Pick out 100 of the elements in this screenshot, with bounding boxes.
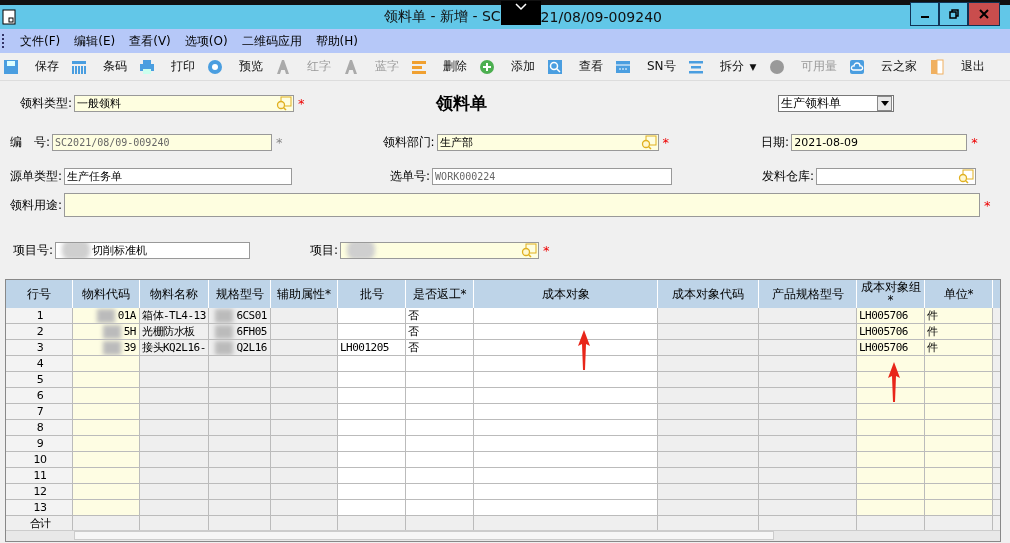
menu-item[interactable]: 文件(F) (20, 32, 61, 50)
table-cell (209, 500, 271, 516)
column-header: 成本对象组* (857, 280, 925, 308)
input-field[interactable]: 生产任务单 (64, 167, 293, 185)
menu-grip (2, 34, 6, 48)
toolbar-button[interactable]: 添加 (479, 58, 535, 75)
table-cell: 接头KQ2L16- (140, 340, 209, 356)
table-cell (857, 388, 925, 404)
table-cell (857, 500, 925, 516)
table-cell (925, 420, 993, 436)
field-label: 选单号: (390, 167, 431, 185)
table-cell (338, 436, 406, 452)
input-field[interactable]: SC2021/08/09-009240 (52, 133, 273, 151)
table-cell: 件 (925, 324, 993, 340)
table-cell (925, 468, 993, 484)
table-cell (925, 404, 993, 420)
table-cell (857, 372, 925, 388)
table-cell: 6FH05 (209, 324, 271, 340)
minimize-button[interactable] (910, 2, 939, 26)
field-label: 领料部门: (382, 133, 435, 151)
input-field[interactable] (64, 193, 981, 217)
column-header: 物料代码 (73, 280, 140, 308)
toolbar-button[interactable]: 预览 (207, 58, 263, 75)
table-cell (73, 468, 140, 484)
menu-item[interactable]: 二维码应用 (241, 32, 302, 50)
table-cell (338, 308, 406, 324)
table-cell: 1 (6, 308, 73, 324)
table-cell (73, 420, 140, 436)
toolbar-button[interactable]: 拆分 ▼ (687, 58, 757, 75)
table-cell (338, 388, 406, 404)
table-cell: 10 (6, 452, 73, 468)
table-cell (73, 484, 140, 500)
toolbar-button[interactable]: 云之家 (848, 58, 917, 75)
table-cell (140, 452, 209, 468)
menu-item[interactable]: 选项(O) (184, 32, 228, 50)
table-cell (140, 388, 209, 404)
form-title: 领料单 (436, 91, 488, 115)
input-field[interactable] (340, 241, 540, 259)
table-cell (271, 452, 338, 468)
column-header: 成本对象 (474, 280, 658, 308)
barcode-icon (71, 58, 87, 75)
minimize-icon (920, 16, 929, 18)
table-cell (209, 372, 271, 388)
table-cell (271, 420, 338, 436)
chevron-icon (514, 3, 527, 11)
toolbar-button[interactable]: 查看 (547, 58, 603, 75)
table-cell: LH005706 (857, 340, 925, 356)
save-icon (3, 58, 19, 75)
toolbar-button[interactable]: 删除 (411, 58, 467, 75)
input-field[interactable]: 生产部 (436, 133, 659, 151)
required-mark: * (971, 134, 978, 150)
table-cell (73, 404, 140, 420)
column-header: 规格型号 (209, 280, 271, 308)
horizontal-scrollbar[interactable] (6, 530, 1000, 541)
column-header: 辅助属性* (271, 280, 338, 308)
table-cell (73, 436, 140, 452)
table-cell (338, 404, 406, 420)
column-header: 产品规格型号 (759, 280, 857, 308)
table-cell: 5H (73, 324, 140, 340)
letter-icon (275, 58, 291, 75)
close-button[interactable] (968, 2, 1000, 26)
toolbar-button[interactable]: 条码 (71, 58, 127, 75)
input-field[interactable]: 2021-08-09 (791, 133, 968, 151)
table-cell (925, 372, 993, 388)
toolbar-button[interactable]: 打印 (139, 58, 195, 75)
table-cell (338, 356, 406, 372)
column-header: 是否返工* (406, 280, 474, 308)
input-field[interactable]: WORK000224 (432, 167, 673, 185)
table-cell: 3 (6, 340, 73, 356)
table-cell: 6CS01 (209, 308, 271, 324)
menu-item[interactable]: 查看(V) (129, 32, 171, 50)
table-cell (73, 388, 140, 404)
table-cell (140, 468, 209, 484)
table-cell (271, 372, 338, 388)
required-mark: * (276, 134, 283, 150)
bill-type-dropdown[interactable]: 生产领料单 (778, 94, 894, 112)
restore-button[interactable] (939, 2, 968, 26)
table-cell (338, 420, 406, 436)
column-header: 单位* (925, 280, 993, 308)
toolbar-button[interactable]: 保存 (3, 58, 59, 75)
menu-item[interactable]: 编辑(E) (74, 32, 116, 50)
menu-item[interactable]: 帮助(H) (315, 32, 358, 50)
table-cell: LH005706 (857, 324, 925, 340)
annotation-arrow (888, 362, 901, 402)
field-label: 项目: (310, 241, 339, 259)
table-cell (209, 420, 271, 436)
toolbar-button[interactable]: 退出 (928, 58, 985, 75)
input-field[interactable] (816, 167, 977, 185)
table-cell (209, 388, 271, 404)
card-icon (615, 58, 631, 75)
table-cell (406, 356, 474, 372)
input-field[interactable]: 一般领料 (74, 94, 295, 112)
column-header: 成本对象代码 (658, 280, 759, 308)
table-cell (338, 468, 406, 484)
input-field[interactable]: 切削标准机 (55, 241, 251, 259)
toolbar-button[interactable]: SN号 (615, 58, 676, 75)
restore-icon (948, 9, 959, 19)
table-cell (338, 500, 406, 516)
table-cell: 6 (6, 388, 73, 404)
table-cell: 12 (6, 484, 73, 500)
